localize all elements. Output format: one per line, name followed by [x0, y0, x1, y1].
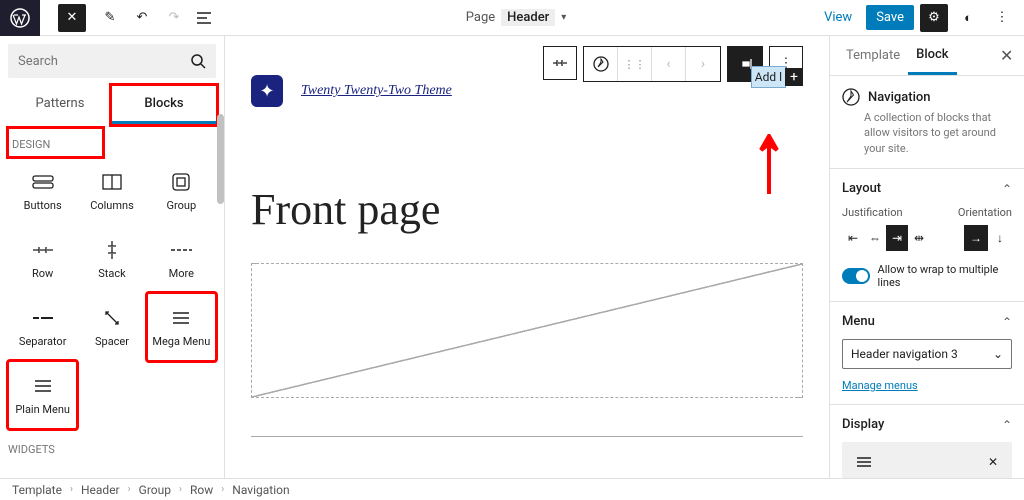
justify-space-icon[interactable]: ⇹ — [908, 225, 930, 251]
settings-icon[interactable]: ⚙ — [920, 4, 948, 32]
settings-sidebar: Template Block ✕ Navigation A collection… — [829, 36, 1024, 484]
search-input[interactable] — [8, 44, 216, 78]
section-layout[interactable]: Layout — [842, 181, 881, 196]
tab-template[interactable]: Template — [838, 38, 908, 73]
justify-center-icon[interactable]: ⇔ — [864, 225, 886, 251]
navigation-block-icon — [842, 88, 860, 106]
orient-vertical-icon[interactable]: ↓ — [988, 225, 1012, 251]
wordpress-logo[interactable] — [0, 0, 40, 36]
separator-line[interactable] — [251, 436, 803, 437]
justification-label: Justification — [842, 206, 903, 219]
category-widgets: WIDGETS — [8, 433, 216, 462]
block-group[interactable]: Group — [147, 157, 216, 225]
site-title-link[interactable]: Twenty Twenty-Two Theme — [301, 83, 452, 99]
breadcrumb: Template› Header› Group› Row› Navigation — [0, 478, 1024, 500]
close-x-icon: ✕ — [988, 455, 998, 469]
block-mega-menu[interactable]: Mega Menu — [147, 293, 216, 361]
tab-blocks[interactable]: Blocks — [112, 86, 216, 124]
breadcrumb-item[interactable]: Header — [81, 483, 120, 497]
category-design: DESIGN — [8, 128, 103, 157]
annotation-arrow — [757, 134, 781, 194]
block-row[interactable]: Row — [8, 225, 77, 293]
site-logo[interactable]: ✦ — [251, 75, 283, 107]
section-menu[interactable]: Menu — [842, 314, 875, 329]
view-link[interactable]: View — [816, 6, 860, 29]
menu-icon — [34, 375, 52, 397]
orient-horizontal-icon[interactable]: → — [964, 225, 988, 251]
block-stack[interactable]: Stack — [77, 225, 146, 293]
menu-select[interactable]: Header navigation 3 ⌄ — [842, 339, 1012, 369]
chevron-down-icon: ⌄ — [993, 347, 1003, 361]
more-icon[interactable]: ⋮ — [988, 4, 1016, 32]
wrap-label: Allow to wrap to multiple lines — [878, 263, 1012, 289]
breadcrumb-item[interactable]: Group — [139, 483, 171, 497]
orientation-label: Orientation — [958, 206, 1012, 219]
navigation-block-placeholder[interactable]: Add l+ — [751, 66, 803, 88]
justify-left-icon[interactable]: ⇤ — [842, 225, 864, 251]
chevron-up-icon[interactable]: ⌃ — [1002, 182, 1012, 196]
block-name: Navigation — [868, 90, 931, 105]
buttons-icon — [32, 171, 54, 193]
editor-canvas[interactable]: ⋮⋮ ‹ › ⋮ ✦ Twenty Twenty-Two Theme Add l… — [225, 36, 829, 484]
separator-icon — [32, 307, 54, 329]
row-icon — [32, 239, 54, 261]
block-more[interactable]: More — [147, 225, 216, 293]
group-icon — [172, 171, 190, 193]
spacer-icon — [104, 307, 120, 329]
hamburger-icon — [856, 457, 872, 467]
justify-right-icon[interactable]: ⇥ — [886, 225, 908, 251]
undo-icon[interactable]: ↶ — [132, 10, 152, 25]
image-placeholder[interactable] — [251, 263, 803, 398]
plus-icon[interactable]: + — [785, 68, 803, 86]
close-button[interactable]: ✕ — [58, 4, 86, 32]
breadcrumb-item[interactable]: Row — [190, 483, 213, 497]
edit-icon[interactable]: ✎ — [100, 10, 120, 25]
close-settings-icon[interactable]: ✕ — [992, 36, 1020, 75]
block-spacer[interactable]: Spacer — [77, 293, 146, 361]
tab-block[interactable]: Block — [908, 37, 956, 75]
breadcrumb-item[interactable]: Template — [12, 483, 62, 497]
block-columns[interactable]: Columns — [77, 157, 146, 225]
search-icon — [190, 53, 206, 69]
save-button[interactable]: Save — [866, 5, 914, 30]
block-plain-menu[interactable]: Plain Menu — [8, 361, 77, 429]
breadcrumb-item[interactable]: Navigation — [232, 483, 289, 497]
list-view-icon[interactable] — [196, 11, 216, 25]
block-inserter: Patterns Blocks DESIGN Buttons Columns G… — [0, 36, 225, 484]
block-buttons[interactable]: Buttons — [8, 157, 77, 225]
page-type-label: Page — [466, 10, 495, 25]
block-description: A collection of blocks that allow visito… — [830, 110, 1024, 169]
chevron-up-icon[interactable]: ⌃ — [1002, 418, 1012, 432]
menu-icon — [172, 307, 190, 329]
section-display[interactable]: Display — [842, 417, 884, 432]
chevron-down-icon[interactable]: ▾ — [561, 12, 566, 23]
page-heading[interactable]: Front page — [251, 184, 803, 235]
redo-icon[interactable]: ↷ — [164, 10, 184, 25]
more-block-icon — [170, 239, 192, 261]
wrap-toggle[interactable] — [842, 268, 870, 284]
scrollbar[interactable] — [217, 114, 224, 204]
stack-icon — [106, 239, 118, 261]
block-separator[interactable]: Separator — [8, 293, 77, 361]
columns-icon — [102, 171, 122, 193]
tab-patterns[interactable]: Patterns — [8, 86, 112, 124]
manage-menus-link[interactable]: Manage menus — [842, 379, 918, 392]
template-part-label[interactable]: Header — [501, 9, 555, 26]
styles-icon[interactable]: ◐ — [954, 4, 982, 32]
chevron-up-icon[interactable]: ⌃ — [1002, 315, 1012, 329]
